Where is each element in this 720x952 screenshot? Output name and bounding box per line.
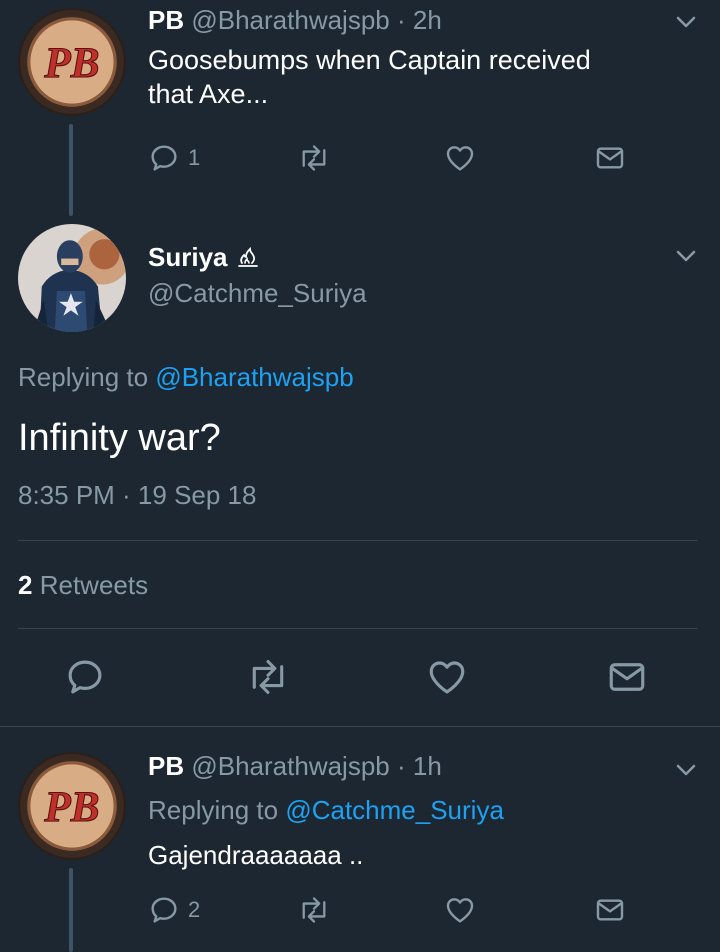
like-icon [429, 661, 465, 694]
replying-to: Replying to @Bharathwajspb [18, 360, 354, 394]
retweet-icon [302, 145, 326, 171]
retweet-button[interactable] [296, 894, 332, 926]
reply-icon [151, 897, 177, 923]
like-icon [446, 898, 474, 923]
thread-line [69, 868, 73, 952]
tweet-header: PB @Bharathwajspb · 1h [148, 750, 442, 782]
dm-icon [609, 663, 645, 691]
like-button[interactable] [444, 142, 476, 174]
avatar[interactable]: PB [18, 752, 126, 860]
handle[interactable]: @Bharathwajspb [191, 751, 389, 781]
tweet-header: PB @Bharathwajspb · 2h [148, 4, 442, 36]
tweet-text: Goosebumps when Captain received that Ax… [148, 43, 591, 111]
reply-button[interactable] [64, 656, 106, 698]
like-button[interactable] [444, 894, 476, 926]
reply-count: 2 [188, 897, 201, 922]
reply-icon [151, 145, 177, 171]
divider [18, 540, 698, 541]
dm-icon [596, 899, 624, 921]
dm-icon [596, 147, 624, 169]
like-icon [446, 146, 474, 171]
chevron-down-icon[interactable] [674, 758, 698, 782]
display-name[interactable]: Suriya [148, 240, 228, 274]
avatar-logo-text: PB [43, 40, 99, 87]
retweet-stats[interactable]: 2 Retweets [18, 568, 148, 602]
replying-to-label: Replying to [148, 795, 279, 825]
tweet-text-line: Goosebumps when Captain received [148, 45, 591, 75]
flame-icon [237, 246, 258, 267]
captain-america-avatar-icon [18, 224, 126, 332]
replying-to-label: Replying to [18, 362, 149, 392]
tweet-text-line: that Axe... [148, 79, 269, 109]
display-name[interactable]: PB [148, 751, 184, 781]
retweet-button[interactable] [296, 142, 332, 174]
avatar[interactable]: PB [18, 8, 126, 116]
tweet-time[interactable]: · 2h [397, 5, 442, 35]
divider [0, 726, 720, 727]
retweet-icon [302, 897, 326, 923]
handle[interactable]: @Bharathwajspb [191, 5, 389, 35]
retweet-icon [252, 660, 284, 694]
reply-icon [68, 660, 102, 694]
replying-to-handle[interactable]: @Catchme_Suriya [285, 795, 504, 825]
dm-button[interactable] [594, 142, 626, 174]
pb-logo-icon: PB [20, 754, 124, 858]
retweet-count: 2 [18, 570, 33, 600]
reply-button[interactable]: 2 [148, 894, 200, 926]
tweet-text: Infinity war? [18, 417, 221, 459]
replying-to: Replying to @Catchme_Suriya [148, 793, 504, 827]
avatar[interactable] [18, 224, 126, 332]
handle[interactable]: @Catchme_Suriya [148, 274, 367, 312]
tweet-timestamp[interactable]: 8:35 PM · 19 Sep 18 [18, 478, 256, 512]
author-block: Suriya @Catchme_Suriya [148, 240, 367, 312]
thread-line [69, 124, 73, 216]
like-button[interactable] [426, 656, 468, 698]
tweet-text: Gajendraaaaaaa .. [148, 840, 364, 870]
tweet-time[interactable]: · 1h [397, 751, 442, 781]
dm-button[interactable] [606, 656, 648, 698]
display-name[interactable]: PB [148, 5, 184, 35]
retweet-button[interactable] [244, 656, 292, 698]
dm-button[interactable] [594, 894, 626, 926]
replying-to-handle[interactable]: @Bharathwajspb [155, 362, 353, 392]
reply-button[interactable]: 1 [148, 142, 200, 174]
divider [18, 628, 698, 629]
retweet-label: Retweets [39, 570, 149, 600]
reply-count: 1 [188, 145, 201, 170]
chevron-down-icon[interactable] [674, 244, 698, 268]
pb-logo-icon: PB [20, 10, 124, 114]
avatar-logo-text: PB [43, 784, 99, 831]
chevron-down-icon[interactable] [674, 10, 698, 34]
